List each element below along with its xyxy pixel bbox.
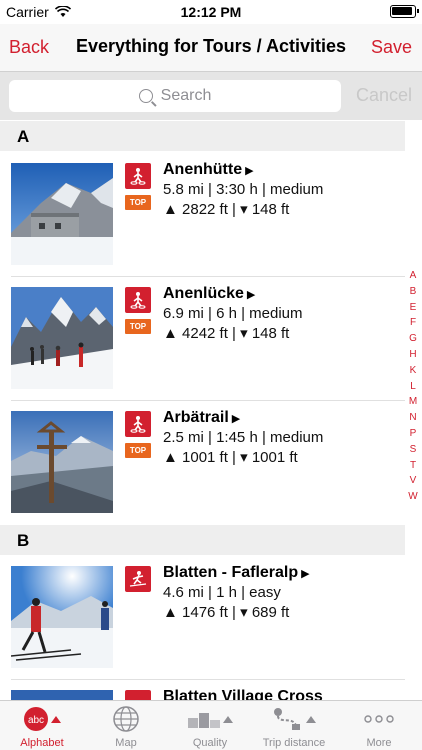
section-letter: B — [17, 531, 30, 550]
tour-title-text: Blatten - Fafleralp — [163, 564, 299, 581]
tour-elevation: ▲ 4242 ft | ▾ 148 ft — [163, 325, 290, 342]
tab-more[interactable]: More — [336, 701, 422, 750]
play-arrow-icon: ▶ — [301, 568, 310, 580]
tab-label: Trip distance — [262, 737, 326, 749]
tab-label: More — [366, 737, 392, 749]
save-button[interactable]: Save — [371, 37, 412, 58]
tour-title-text: Anenlücke — [163, 285, 244, 302]
tour-stats: 5.8 mi | 3:30 h | medium — [163, 181, 324, 198]
index-letter[interactable]: G — [409, 331, 417, 347]
tour-elevation: ▲ 1476 ft | ▾ 689 ft — [163, 604, 290, 621]
cross-country-ski-icon — [125, 566, 151, 592]
tour-photo — [11, 287, 113, 389]
podium-icon — [168, 705, 252, 733]
section-index[interactable]: A B E F G H K L M N P S T V W — [407, 268, 419, 505]
tour-stats: 6.9 mi | 6 h | medium — [163, 305, 303, 322]
play-arrow-icon: ▶ — [231, 413, 241, 425]
status-bar: Carrier 12:12 PM — [0, 0, 422, 24]
tour-elevation: ▲ 2822 ft | ▾ 148 ft — [163, 201, 290, 218]
page-title: Everything for Tours / Activities — [75, 36, 347, 56]
tab-alphabet[interactable]: abc Alphabet — [0, 701, 84, 750]
index-letter[interactable]: E — [410, 300, 417, 316]
abc-icon: abc — [0, 705, 84, 733]
index-letter[interactable]: N — [409, 410, 416, 426]
battery-icon — [390, 5, 419, 18]
navigation-bar: Back Everything for Tours / Activities S… — [0, 24, 422, 72]
search-bar: Search Cancel — [0, 72, 422, 120]
cross-country-ski-icon — [125, 690, 151, 700]
cancel-button[interactable]: Cancel — [356, 85, 412, 106]
tab-trip-distance[interactable]: Trip distance — [252, 701, 336, 750]
index-letter[interactable]: W — [408, 489, 417, 505]
tour-title: Anenlücke ▶ — [163, 285, 255, 303]
index-letter[interactable]: P — [410, 426, 417, 442]
play-arrow-icon: ▶ — [245, 165, 254, 177]
tab-bar: abc Alphabet Map Quality Trip distance M… — [0, 700, 422, 750]
search-input[interactable]: Search — [9, 80, 341, 112]
sort-triangle-icon — [306, 715, 316, 723]
tour-title: Blatten - Fafleralp ▶ — [163, 564, 310, 582]
tour-photo — [11, 690, 113, 700]
tab-map[interactable]: Map — [84, 701, 168, 750]
tour-elevation: ▲ 1001 ft | ▾ 1001 ft — [163, 449, 298, 466]
tour-title-text: Anenhütte — [163, 161, 243, 178]
top-badge: TOP — [125, 195, 151, 210]
list-item-blatten-village-cross[interactable]: Blatten Village Cross — [0, 680, 405, 700]
list-item-anenluecke[interactable]: TOP Anenlücke ▶ 6.9 mi | 6 h | medium ▲ 4… — [0, 277, 405, 401]
index-letter[interactable]: M — [409, 394, 417, 410]
tour-photo — [11, 566, 113, 668]
tour-title-text: Arbätrail — [163, 409, 229, 426]
index-letter[interactable]: L — [410, 379, 416, 395]
search-icon — [138, 89, 153, 103]
tour-photo — [11, 163, 113, 265]
section-letter: A — [17, 127, 30, 146]
svg-text:abc: abc — [28, 715, 44, 726]
top-badge: TOP — [125, 443, 151, 458]
index-letter[interactable]: B — [410, 284, 417, 300]
globe-icon — [84, 705, 168, 733]
index-letter[interactable]: V — [410, 473, 417, 489]
tab-quality[interactable]: Quality — [168, 701, 252, 750]
more-dots-icon — [336, 705, 422, 733]
sort-triangle-icon — [223, 715, 233, 723]
tab-label: Quality — [192, 737, 228, 749]
snowshoe-icon — [125, 163, 151, 189]
list-item-anenhuette[interactable]: TOP Anenhütte ▶ 5.8 mi | 3:30 h | medium … — [0, 153, 405, 277]
route-icon — [252, 705, 336, 733]
index-letter[interactable]: A — [410, 268, 417, 284]
snowshoe-icon — [125, 411, 151, 437]
tour-photo — [11, 411, 113, 513]
index-letter[interactable]: H — [409, 347, 416, 363]
play-arrow-icon: ▶ — [246, 289, 256, 301]
index-letter[interactable]: K — [410, 363, 417, 379]
list-item-blatten-fafleralp[interactable]: Blatten - Fafleralp ▶ 4.6 mi | 1 h | easy… — [0, 556, 405, 680]
index-letter[interactable]: T — [410, 458, 416, 474]
index-letter[interactable]: S — [410, 442, 417, 458]
list-item-arbaetrail[interactable]: TOP Arbätrail ▶ 2.5 mi | 1:45 h | medium … — [0, 401, 405, 525]
sort-triangle-icon — [51, 715, 61, 723]
tour-stats: 4.6 mi | 1 h | easy — [163, 584, 281, 601]
index-letter[interactable]: F — [410, 315, 416, 331]
tour-title: Blatten Village Cross — [163, 688, 323, 700]
search-placeholder: Search — [160, 87, 212, 104]
snowshoe-icon — [125, 287, 151, 313]
top-badge: TOP — [125, 319, 151, 334]
tab-label: Alphabet — [20, 737, 64, 749]
tour-stats: 2.5 mi | 1:45 h | medium — [163, 429, 324, 446]
section-header-b: B — [0, 525, 405, 555]
tab-label: Map — [115, 737, 137, 749]
status-time: 12:12 PM — [180, 4, 242, 20]
tour-title: Arbätrail ▶ — [163, 409, 240, 427]
section-header-a: A — [0, 121, 405, 151]
tour-title: Anenhütte ▶ — [163, 161, 254, 179]
